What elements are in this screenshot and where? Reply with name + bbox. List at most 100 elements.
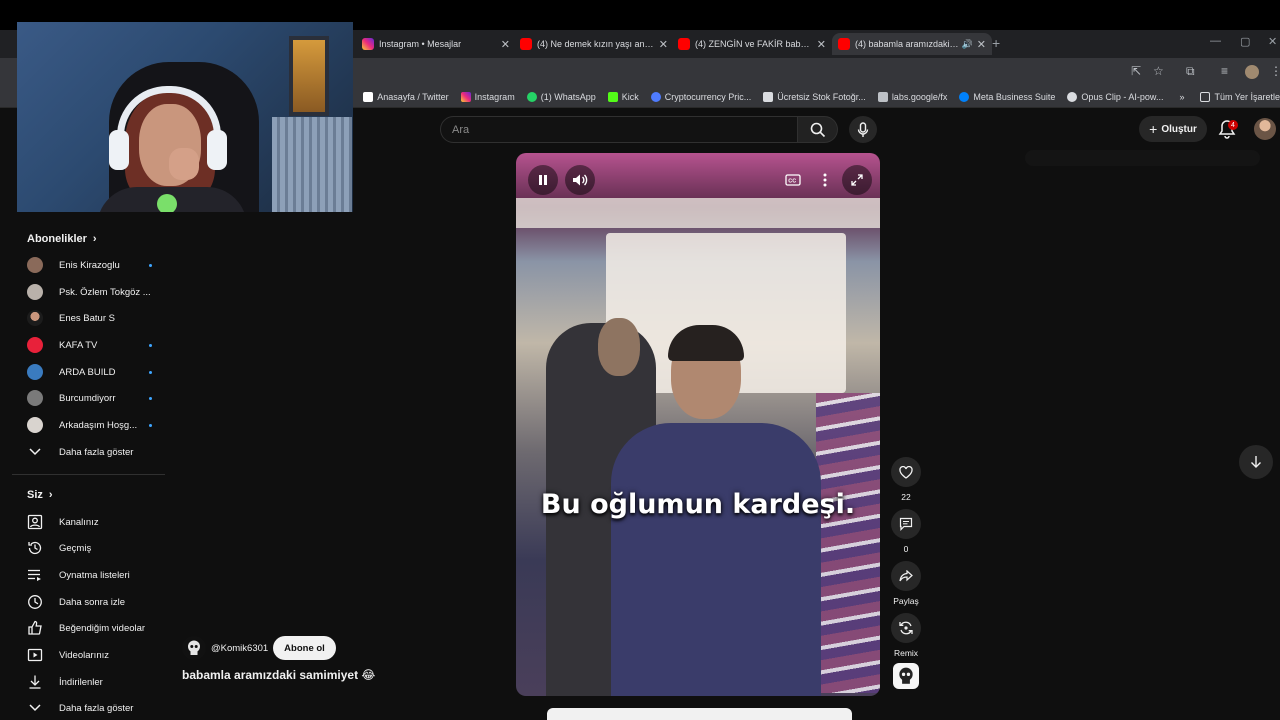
sidebar-item-subscription[interactable]: ARDA BUILD	[27, 362, 152, 382]
sidebar-item-watch-later[interactable]: Daha sonra izle	[27, 592, 167, 612]
share-button[interactable]	[891, 561, 921, 591]
browser-tab-instagram[interactable]: Instagram • Mesajlar ✕	[356, 33, 516, 55]
sidebar-item-your-channel[interactable]: Kanalınız	[27, 512, 167, 532]
browser-menu-icon[interactable]: ⋮	[1270, 64, 1280, 78]
bookmark-crypto[interactable]: Cryptocurrency Pric...	[650, 91, 751, 102]
webcam-overlay	[17, 22, 353, 212]
volume-button[interactable]	[565, 165, 595, 195]
channel-avatar[interactable]	[182, 636, 206, 660]
history-icon	[27, 540, 43, 556]
arrow-down-icon	[1251, 456, 1261, 468]
maximize-icon[interactable]: ▢	[1240, 35, 1250, 48]
short-title[interactable]: babamla aramızdaki samimiyet 😂	[182, 668, 375, 682]
search-button[interactable]	[798, 116, 838, 143]
next-short-button[interactable]	[1239, 445, 1273, 479]
show-more-subscriptions[interactable]: Daha fazla göster	[27, 442, 167, 462]
close-tab-icon[interactable]: ✕	[817, 38, 826, 51]
pause-button[interactable]	[528, 165, 558, 195]
new-content-dot	[149, 343, 152, 347]
all-bookmarks[interactable]: Tüm Yer İşaretle	[1200, 91, 1280, 102]
sidebar-divider	[12, 474, 165, 475]
browser-tab-youtube-active[interactable]: (4) babamla aramızdaki sam 🔊 ✕	[832, 33, 992, 55]
next-short-preview[interactable]	[547, 708, 852, 720]
sidebar-item-subscription[interactable]: Arkadaşım Hoşg...	[27, 415, 152, 435]
sidebar-item-subscription[interactable]: Psk. Özlem Tokgöz ...	[27, 282, 152, 302]
bookmark-opus[interactable]: Opus Clip - AI-pow...	[1067, 91, 1164, 102]
minimize-icon[interactable]: —	[1210, 35, 1221, 47]
captions-button[interactable]: CC	[778, 165, 808, 195]
subscriptions-title: Abonelikler	[27, 233, 87, 245]
bookmark-kick[interactable]: Kick	[607, 91, 639, 102]
sidebar-item-label: Oynatma listeleri	[59, 569, 130, 581]
cast-icon[interactable]: ⇱	[1131, 64, 1141, 78]
bookmark-star-icon[interactable]: ☆	[1153, 64, 1164, 78]
chevron-down-icon	[27, 444, 43, 460]
voice-search-button[interactable]	[849, 116, 877, 143]
sidebar-item-history[interactable]: Geçmiş	[27, 538, 167, 558]
short-video-player[interactable]: Bu oğlumun kardeşi. CC	[516, 153, 880, 696]
close-tab-icon[interactable]: ✕	[501, 38, 510, 51]
extensions-icon[interactable]: ⧉	[1186, 64, 1195, 79]
bookmark-labs[interactable]: labs.google/fx	[877, 91, 948, 102]
notification-badge: 4	[1228, 120, 1238, 130]
channel-handle[interactable]: @Komik6301	[211, 643, 268, 654]
close-tab-icon[interactable]: ✕	[659, 38, 668, 51]
bookmark-meta[interactable]: Meta Business Suite	[959, 91, 1055, 102]
profile-avatar[interactable]	[1245, 65, 1259, 79]
opus-icon	[1067, 91, 1078, 102]
bookmark-whatsapp[interactable]: (1) WhatsApp	[526, 91, 596, 102]
create-button[interactable]: + Oluştur	[1139, 116, 1207, 142]
share-label: Paylaş	[893, 596, 919, 606]
meta-icon	[959, 91, 970, 102]
browser-tab-youtube-2[interactable]: (4) ZENGİN ve FAKİR babaların ✕	[672, 33, 832, 55]
subscriptions-heading[interactable]: Abonelikler ›	[27, 233, 97, 245]
show-more-you[interactable]: Daha fazla göster	[27, 698, 167, 718]
close-tab-icon[interactable]: ✕	[977, 38, 986, 51]
you-title: Siz	[27, 489, 43, 501]
plus-icon: +	[1149, 121, 1158, 137]
close-window-icon[interactable]: ✕	[1268, 35, 1277, 48]
fullscreen-button[interactable]	[842, 165, 872, 195]
bookmark-label: Opus Clip - AI-pow...	[1081, 91, 1164, 102]
bookmark-instagram[interactable]: Instagram	[460, 91, 515, 102]
account-avatar[interactable]	[1254, 118, 1276, 140]
bookmark-label: Tüm Yer İşaretle	[1214, 91, 1280, 102]
new-tab-button[interactable]: +	[992, 35, 1000, 51]
sidebar-item-label: Daha fazla göster	[59, 702, 134, 714]
subscribe-button[interactable]: Abone ol	[273, 636, 336, 660]
tab-title: Instagram • Mesajlar	[379, 39, 462, 49]
chevron-down-icon	[27, 700, 43, 716]
audio-playing-icon[interactable]: 🔊	[962, 39, 973, 50]
channel-name: ARDA BUILD	[59, 366, 116, 378]
reading-list-icon[interactable]: ≡	[1221, 64, 1228, 78]
sidebar-item-subscription[interactable]: Burcumdiyorr	[27, 388, 152, 408]
sidebar-item-subscription[interactable]: Enes Batur S	[27, 308, 152, 328]
bookmark-twitter[interactable]: Anasayfa / Twitter	[363, 91, 449, 102]
more-bookmarks-icon[interactable]: »	[1179, 92, 1184, 102]
channel-avatar	[27, 390, 43, 406]
browser-tab-youtube-1[interactable]: (4) Ne demek kızın yaşı annede ✕	[514, 33, 674, 55]
sidebar-item-playlists[interactable]: Oynatma listeleri	[27, 565, 167, 585]
bookmark-label: labs.google/fx	[891, 91, 948, 102]
bookmark-pexels[interactable]: Ücretsiz Stok Fotoğr...	[763, 91, 866, 102]
audio-source-avatar[interactable]	[893, 663, 919, 689]
chevron-right-icon: ›	[48, 489, 53, 501]
heart-icon	[899, 465, 913, 479]
like-button[interactable]	[891, 457, 921, 487]
comment-button[interactable]	[891, 509, 921, 539]
channel-name: Psk. Özlem Tokgöz ...	[59, 286, 151, 298]
video-scene-rack	[816, 393, 880, 693]
you-heading[interactable]: Siz ›	[27, 489, 53, 501]
more-options-button[interactable]	[810, 165, 840, 195]
bookmark-label: Anasayfa / Twitter	[377, 91, 449, 102]
sidebar-item-your-videos[interactable]: Videolarınız	[27, 645, 167, 665]
webcam-earcup	[109, 130, 129, 170]
sidebar-item-subscription[interactable]: Enis Kirazoglu	[27, 255, 152, 275]
channel-name: Arkadaşım Hoşg...	[59, 419, 138, 431]
sidebar-item-subscription[interactable]: KAFA TV	[27, 335, 152, 355]
search-input[interactable]: Ara	[440, 116, 798, 143]
sidebar-item-liked-videos[interactable]: Beğendiğim videolar	[27, 618, 167, 638]
sidebar-item-downloads[interactable]: İndirilenler	[27, 672, 167, 692]
video-scene-shelf	[516, 198, 880, 228]
remix-button[interactable]	[891, 613, 921, 643]
